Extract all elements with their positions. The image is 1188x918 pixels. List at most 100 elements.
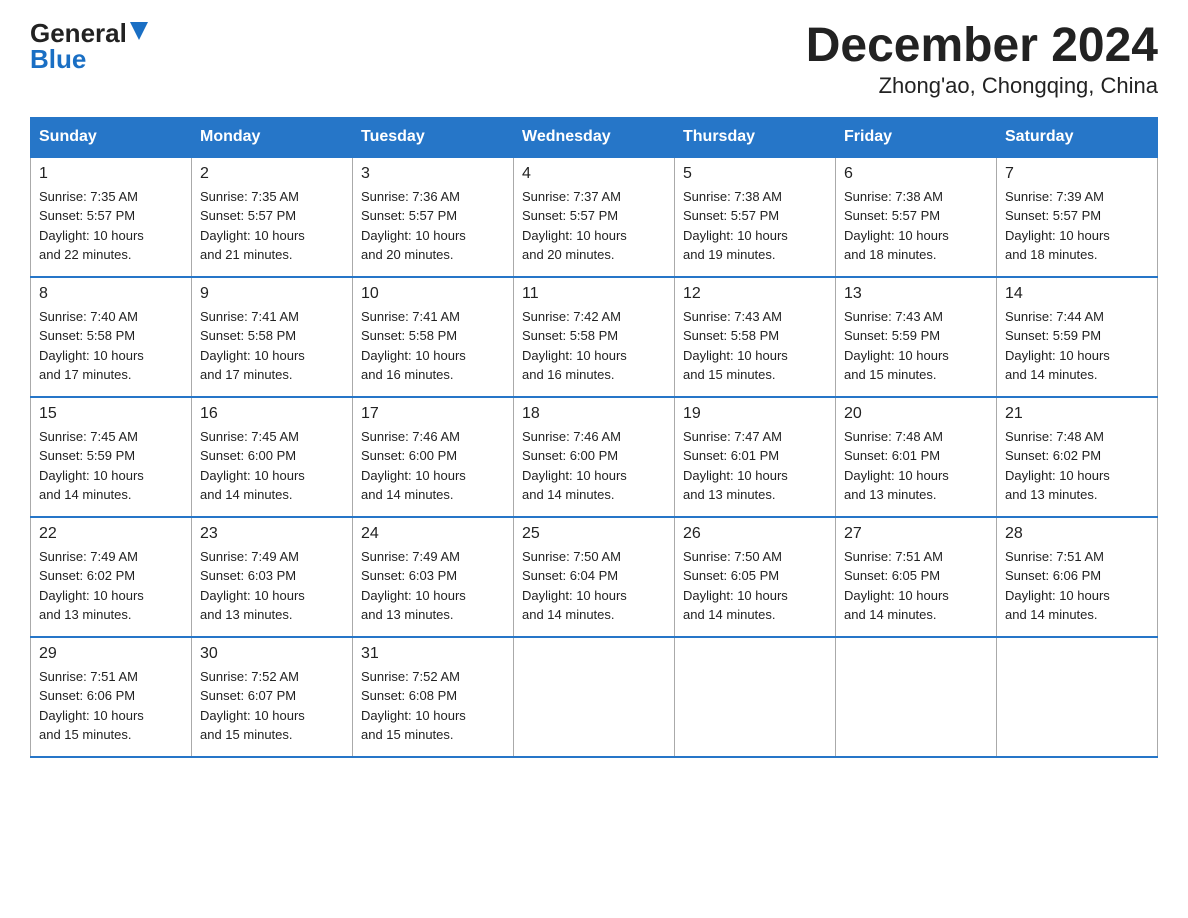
day-info: Sunrise: 7:35 AMSunset: 5:57 PMDaylight:… <box>39 189 144 263</box>
calendar-cell: 23 Sunrise: 7:49 AMSunset: 6:03 PMDaylig… <box>192 517 353 637</box>
day-number: 20 <box>844 405 988 423</box>
calendar-cell: 20 Sunrise: 7:48 AMSunset: 6:01 PMDaylig… <box>836 397 997 517</box>
calendar-cell: 15 Sunrise: 7:45 AMSunset: 5:59 PMDaylig… <box>31 397 192 517</box>
day-info: Sunrise: 7:38 AMSunset: 5:57 PMDaylight:… <box>844 189 949 263</box>
day-info: Sunrise: 7:52 AMSunset: 6:08 PMDaylight:… <box>361 669 466 743</box>
calendar-cell: 2 Sunrise: 7:35 AMSunset: 5:57 PMDayligh… <box>192 157 353 277</box>
header: General Blue December 2024 Zhong'ao, Cho… <box>30 20 1158 99</box>
calendar-cell: 6 Sunrise: 7:38 AMSunset: 5:57 PMDayligh… <box>836 157 997 277</box>
calendar-header-tuesday: Tuesday <box>353 117 514 157</box>
day-number: 7 <box>1005 165 1149 183</box>
day-number: 27 <box>844 525 988 543</box>
day-info: Sunrise: 7:40 AMSunset: 5:58 PMDaylight:… <box>39 309 144 383</box>
day-info: Sunrise: 7:42 AMSunset: 5:58 PMDaylight:… <box>522 309 627 383</box>
calendar-table: SundayMondayTuesdayWednesdayThursdayFrid… <box>30 117 1158 758</box>
day-info: Sunrise: 7:48 AMSunset: 6:01 PMDaylight:… <box>844 429 949 503</box>
day-info: Sunrise: 7:51 AMSunset: 6:06 PMDaylight:… <box>39 669 144 743</box>
calendar-cell: 1 Sunrise: 7:35 AMSunset: 5:57 PMDayligh… <box>31 157 192 277</box>
day-number: 21 <box>1005 405 1149 423</box>
calendar-cell <box>514 637 675 757</box>
calendar-cell: 25 Sunrise: 7:50 AMSunset: 6:04 PMDaylig… <box>514 517 675 637</box>
calendar-week-row: 15 Sunrise: 7:45 AMSunset: 5:59 PMDaylig… <box>31 397 1158 517</box>
calendar-cell <box>836 637 997 757</box>
day-number: 28 <box>1005 525 1149 543</box>
calendar-cell: 22 Sunrise: 7:49 AMSunset: 6:02 PMDaylig… <box>31 517 192 637</box>
calendar-week-row: 22 Sunrise: 7:49 AMSunset: 6:02 PMDaylig… <box>31 517 1158 637</box>
day-number: 16 <box>200 405 344 423</box>
day-info: Sunrise: 7:39 AMSunset: 5:57 PMDaylight:… <box>1005 189 1110 263</box>
logo-general: General <box>30 20 127 46</box>
calendar-cell <box>675 637 836 757</box>
calendar-week-row: 1 Sunrise: 7:35 AMSunset: 5:57 PMDayligh… <box>31 157 1158 277</box>
day-info: Sunrise: 7:43 AMSunset: 5:58 PMDaylight:… <box>683 309 788 383</box>
day-info: Sunrise: 7:51 AMSunset: 6:06 PMDaylight:… <box>1005 549 1110 623</box>
logo-blue: Blue <box>30 44 86 74</box>
calendar-cell: 21 Sunrise: 7:48 AMSunset: 6:02 PMDaylig… <box>997 397 1158 517</box>
day-info: Sunrise: 7:48 AMSunset: 6:02 PMDaylight:… <box>1005 429 1110 503</box>
day-info: Sunrise: 7:41 AMSunset: 5:58 PMDaylight:… <box>361 309 466 383</box>
day-info: Sunrise: 7:46 AMSunset: 6:00 PMDaylight:… <box>522 429 627 503</box>
day-number: 3 <box>361 165 505 183</box>
day-number: 8 <box>39 285 183 303</box>
day-number: 13 <box>844 285 988 303</box>
calendar-cell: 5 Sunrise: 7:38 AMSunset: 5:57 PMDayligh… <box>675 157 836 277</box>
day-info: Sunrise: 7:37 AMSunset: 5:57 PMDaylight:… <box>522 189 627 263</box>
calendar-cell: 8 Sunrise: 7:40 AMSunset: 5:58 PMDayligh… <box>31 277 192 397</box>
day-info: Sunrise: 7:44 AMSunset: 5:59 PMDaylight:… <box>1005 309 1110 383</box>
day-info: Sunrise: 7:35 AMSunset: 5:57 PMDaylight:… <box>200 189 305 263</box>
calendar-week-row: 29 Sunrise: 7:51 AMSunset: 6:06 PMDaylig… <box>31 637 1158 757</box>
day-info: Sunrise: 7:51 AMSunset: 6:05 PMDaylight:… <box>844 549 949 623</box>
day-number: 9 <box>200 285 344 303</box>
day-number: 19 <box>683 405 827 423</box>
day-info: Sunrise: 7:47 AMSunset: 6:01 PMDaylight:… <box>683 429 788 503</box>
day-number: 15 <box>39 405 183 423</box>
calendar-cell: 14 Sunrise: 7:44 AMSunset: 5:59 PMDaylig… <box>997 277 1158 397</box>
day-number: 29 <box>39 645 183 663</box>
calendar-header-sunday: Sunday <box>31 117 192 157</box>
calendar-header-wednesday: Wednesday <box>514 117 675 157</box>
day-info: Sunrise: 7:52 AMSunset: 6:07 PMDaylight:… <box>200 669 305 743</box>
day-number: 17 <box>361 405 505 423</box>
day-info: Sunrise: 7:38 AMSunset: 5:57 PMDaylight:… <box>683 189 788 263</box>
day-number: 10 <box>361 285 505 303</box>
calendar-cell: 3 Sunrise: 7:36 AMSunset: 5:57 PMDayligh… <box>353 157 514 277</box>
calendar-cell: 13 Sunrise: 7:43 AMSunset: 5:59 PMDaylig… <box>836 277 997 397</box>
day-info: Sunrise: 7:41 AMSunset: 5:58 PMDaylight:… <box>200 309 305 383</box>
day-number: 2 <box>200 165 344 183</box>
day-number: 22 <box>39 525 183 543</box>
calendar-cell: 10 Sunrise: 7:41 AMSunset: 5:58 PMDaylig… <box>353 277 514 397</box>
calendar-header-monday: Monday <box>192 117 353 157</box>
day-number: 30 <box>200 645 344 663</box>
calendar-header-thursday: Thursday <box>675 117 836 157</box>
calendar-subtitle: Zhong'ao, Chongqing, China <box>806 73 1158 99</box>
day-number: 6 <box>844 165 988 183</box>
day-info: Sunrise: 7:46 AMSunset: 6:00 PMDaylight:… <box>361 429 466 503</box>
day-info: Sunrise: 7:50 AMSunset: 6:04 PMDaylight:… <box>522 549 627 623</box>
day-info: Sunrise: 7:43 AMSunset: 5:59 PMDaylight:… <box>844 309 949 383</box>
day-number: 25 <box>522 525 666 543</box>
calendar-header-friday: Friday <box>836 117 997 157</box>
day-number: 4 <box>522 165 666 183</box>
calendar-cell: 16 Sunrise: 7:45 AMSunset: 6:00 PMDaylig… <box>192 397 353 517</box>
day-number: 1 <box>39 165 183 183</box>
calendar-cell: 9 Sunrise: 7:41 AMSunset: 5:58 PMDayligh… <box>192 277 353 397</box>
day-info: Sunrise: 7:49 AMSunset: 6:03 PMDaylight:… <box>361 549 466 623</box>
calendar-cell: 30 Sunrise: 7:52 AMSunset: 6:07 PMDaylig… <box>192 637 353 757</box>
calendar-cell: 17 Sunrise: 7:46 AMSunset: 6:00 PMDaylig… <box>353 397 514 517</box>
day-info: Sunrise: 7:36 AMSunset: 5:57 PMDaylight:… <box>361 189 466 263</box>
calendar-title: December 2024 <box>806 20 1158 73</box>
calendar-cell: 26 Sunrise: 7:50 AMSunset: 6:05 PMDaylig… <box>675 517 836 637</box>
day-number: 5 <box>683 165 827 183</box>
day-info: Sunrise: 7:49 AMSunset: 6:03 PMDaylight:… <box>200 549 305 623</box>
logo: General Blue <box>30 20 148 73</box>
calendar-cell <box>997 637 1158 757</box>
title-area: December 2024 Zhong'ao, Chongqing, China <box>806 20 1158 99</box>
calendar-week-row: 8 Sunrise: 7:40 AMSunset: 5:58 PMDayligh… <box>31 277 1158 397</box>
day-number: 18 <box>522 405 666 423</box>
calendar-header-row: SundayMondayTuesdayWednesdayThursdayFrid… <box>31 117 1158 157</box>
calendar-cell: 19 Sunrise: 7:47 AMSunset: 6:01 PMDaylig… <box>675 397 836 517</box>
calendar-header-saturday: Saturday <box>997 117 1158 157</box>
day-number: 31 <box>361 645 505 663</box>
day-number: 14 <box>1005 285 1149 303</box>
calendar-cell: 29 Sunrise: 7:51 AMSunset: 6:06 PMDaylig… <box>31 637 192 757</box>
